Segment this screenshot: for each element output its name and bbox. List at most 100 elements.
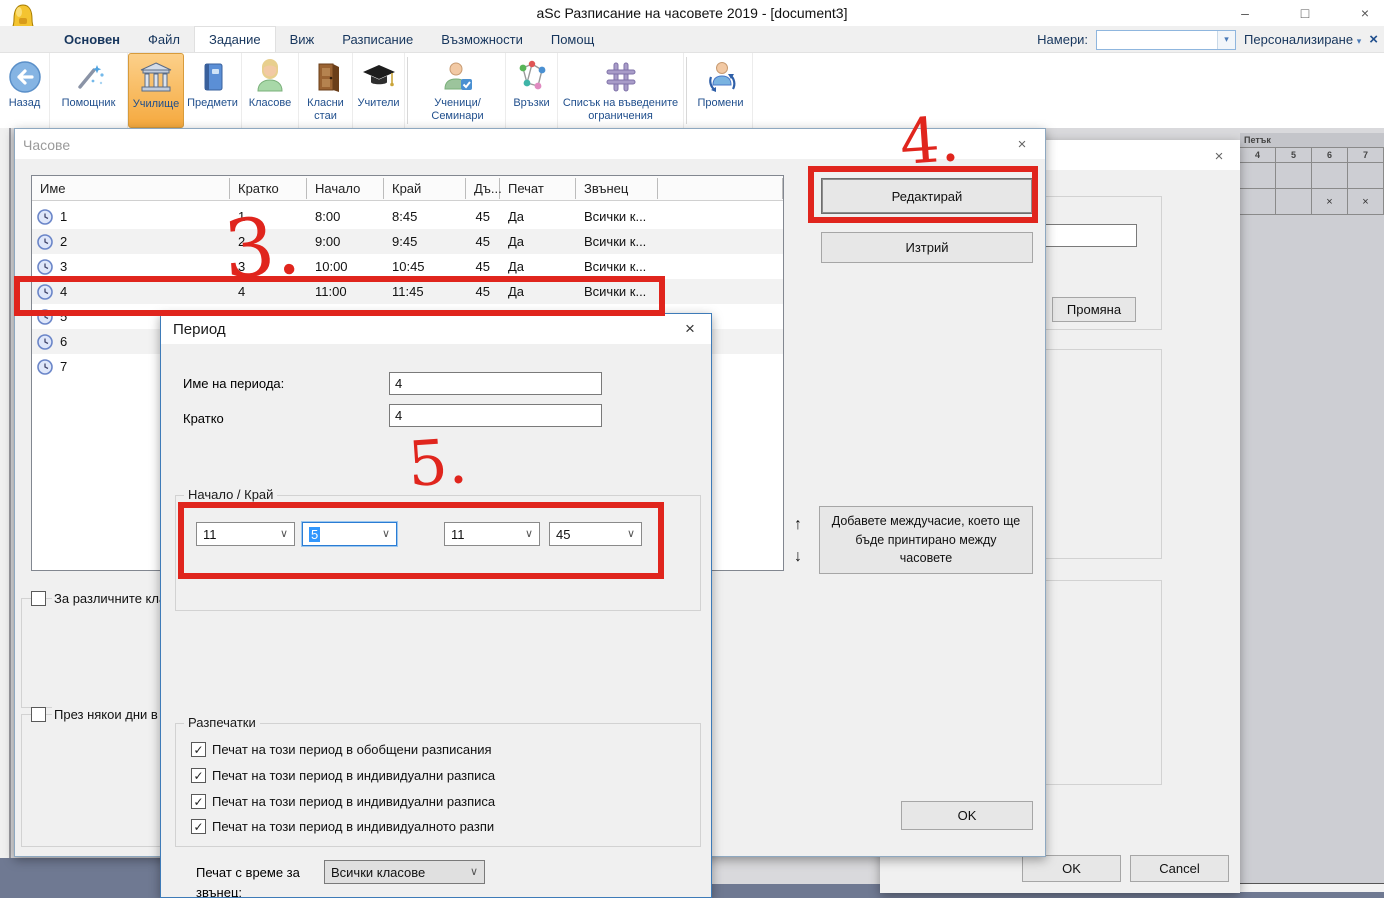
grid-col-header: 7 [1348, 148, 1384, 162]
col-header-duration[interactable]: Дъ... [466, 178, 500, 199]
constraints-button[interactable]: Списък на въведените ограничения [558, 53, 684, 128]
chevron-down-icon: ∨ [470, 865, 478, 878]
menu-tab-vazmozhnosti[interactable]: Възможности [427, 26, 537, 52]
some-days-checkbox[interactable]: През някои дни в т [31, 707, 169, 722]
bell-time-label: Печат с време за [196, 865, 300, 880]
annotation-rect-row4 [14, 276, 665, 316]
checkbox-checked[interactable]: ✓ [191, 819, 206, 834]
find-label: Намери: [1037, 32, 1088, 47]
col-header-short[interactable]: Кратко [230, 178, 307, 199]
grid-cell[interactable] [1312, 163, 1348, 188]
annotation-rect-startend [178, 502, 664, 579]
teachers-icon [361, 57, 397, 97]
school-button[interactable]: Училище [128, 53, 184, 128]
checkbox-unchecked[interactable] [31, 707, 46, 722]
close-icon[interactable]: × [679, 319, 701, 339]
close-icon[interactable]: × [1348, 0, 1382, 26]
bell-time-label-2: звънец: [196, 885, 242, 898]
grid-cell[interactable] [1348, 163, 1384, 188]
chevron-down-icon: ▾ [1357, 36, 1362, 46]
col-header-print[interactable]: Печат [500, 178, 576, 199]
col-header-end[interactable]: Край [384, 178, 466, 199]
printout-checkbox[interactable]: ✓ Печат на този период в индивидуалното … [191, 819, 494, 834]
timetable-grid-background: Петък 4 5 6 7 × × [1240, 133, 1384, 883]
subjects-button[interactable]: Предмети [184, 53, 242, 128]
links-button[interactable]: Връзки [506, 53, 558, 128]
back-button[interactable]: Назад [0, 53, 50, 128]
subjects-icon [195, 57, 231, 97]
school-icon [138, 58, 174, 98]
checkbox-checked[interactable]: ✓ [191, 794, 206, 809]
annotation-number-4: 4. [898, 108, 961, 174]
ribbon-toolbar: Назад Помощник Училище Предмети Класове [0, 53, 1384, 128]
printout-checkbox[interactable]: ✓ Печат на този период в индивидуални ра… [191, 768, 495, 783]
clock-icon [37, 334, 53, 350]
change-button[interactable]: Промяна [1052, 297, 1136, 322]
screen: aSc Разписание на часовете 2019 - [docum… [0, 0, 1384, 898]
teachers-button[interactable]: Учители [353, 53, 405, 128]
delete-button[interactable]: Изтрий [821, 232, 1033, 263]
wand-icon [71, 57, 107, 97]
students-icon [440, 57, 476, 97]
menu-tab-vizh[interactable]: Виж [276, 26, 329, 52]
different-classes-checkbox[interactable]: За различните кла [31, 591, 168, 606]
printout-checkbox[interactable]: ✓ Печат на този период в обобщени разпис… [191, 742, 492, 757]
grid-col-header: 4 [1240, 148, 1276, 162]
close-icon[interactable]: × [1011, 134, 1033, 154]
period-short-label: Кратко [183, 411, 224, 426]
wizard-button[interactable]: Помощник [50, 53, 128, 128]
table-row[interactable]: 2 2 9:00 9:45 45 Да Всички к... [32, 229, 783, 254]
grid-day-header: Петък [1240, 133, 1384, 148]
col-header-start[interactable]: Начало [307, 178, 384, 199]
maximize-icon[interactable]: □ [1288, 0, 1322, 26]
grid-cell[interactable] [1240, 189, 1276, 214]
grid-cell[interactable] [1240, 163, 1276, 188]
menu-tab-fail[interactable]: Файл [134, 26, 194, 52]
title-bar: aSc Разписание на часовете 2019 - [docum… [0, 0, 1384, 26]
col-header-bell[interactable]: Звънец [576, 178, 658, 199]
ok-button[interactable]: OK [1022, 855, 1121, 882]
find-input[interactable]: ▾ [1096, 30, 1236, 50]
dialog-title: Период [173, 321, 226, 338]
table-row[interactable]: 1 1 8:00 8:45 45 Да Всички к... [32, 204, 783, 229]
minimize-icon[interactable]: – [1228, 0, 1262, 26]
col-header-name[interactable]: Име [32, 178, 230, 199]
changes-button[interactable]: Промени [689, 53, 753, 128]
menu-bar: Основен Файл Задание Виж Разписание Възм… [0, 26, 1384, 53]
menu-tab-pomosht[interactable]: Помощ [537, 26, 608, 52]
close-icon[interactable]: × [1208, 146, 1230, 166]
menu-tab-razpisanie[interactable]: Разписание [328, 26, 427, 52]
checkbox-checked[interactable]: ✓ [191, 768, 206, 783]
personalize-menu[interactable]: Персонализиране ▾ [1244, 32, 1361, 47]
start-end-legend: Начало / Край [184, 487, 277, 502]
horizontal-scrollbar[interactable] [1240, 883, 1384, 892]
period-short-input[interactable] [389, 404, 602, 427]
grid-cell[interactable]: × [1312, 189, 1348, 214]
printout-checkbox[interactable]: ✓ Печат на този период в индивидуални ра… [191, 794, 495, 809]
ok-button[interactable]: OK [901, 801, 1033, 830]
dialog-title: Часове [23, 137, 70, 153]
grid-col-header: 6 [1312, 148, 1348, 162]
grid-cell[interactable] [1276, 189, 1312, 214]
move-down-icon[interactable]: ↓ [794, 548, 802, 566]
grid-cell[interactable]: × [1348, 189, 1384, 214]
annotation-number-5: 5. [406, 430, 469, 496]
checkbox-unchecked[interactable] [31, 591, 46, 606]
menu-tab-osnoven[interactable]: Основен [50, 26, 134, 52]
grid-cell[interactable] [1276, 163, 1312, 188]
bell-classes-select[interactable]: Всички класове∨ [324, 860, 485, 884]
changes-icon [703, 57, 739, 97]
chevron-down-icon[interactable]: ▾ [1217, 31, 1235, 49]
period-name-input[interactable] [389, 372, 602, 395]
menu-tab-zadanie[interactable]: Задание [194, 26, 276, 52]
personalize-close-icon[interactable]: × [1369, 31, 1378, 48]
back-icon [7, 57, 43, 97]
add-break-button[interactable]: Добавете междучасие, което ще бъде принт… [819, 506, 1033, 574]
cancel-button[interactable]: Cancel [1130, 855, 1229, 882]
classrooms-button[interactable]: Класни стаи [299, 53, 353, 128]
clock-icon [37, 209, 53, 225]
checkbox-checked[interactable]: ✓ [191, 742, 206, 757]
classes-button[interactable]: Класове [242, 53, 299, 128]
move-up-icon[interactable]: ↑ [794, 516, 802, 534]
students-button[interactable]: Ученици/Семинари [410, 53, 506, 128]
